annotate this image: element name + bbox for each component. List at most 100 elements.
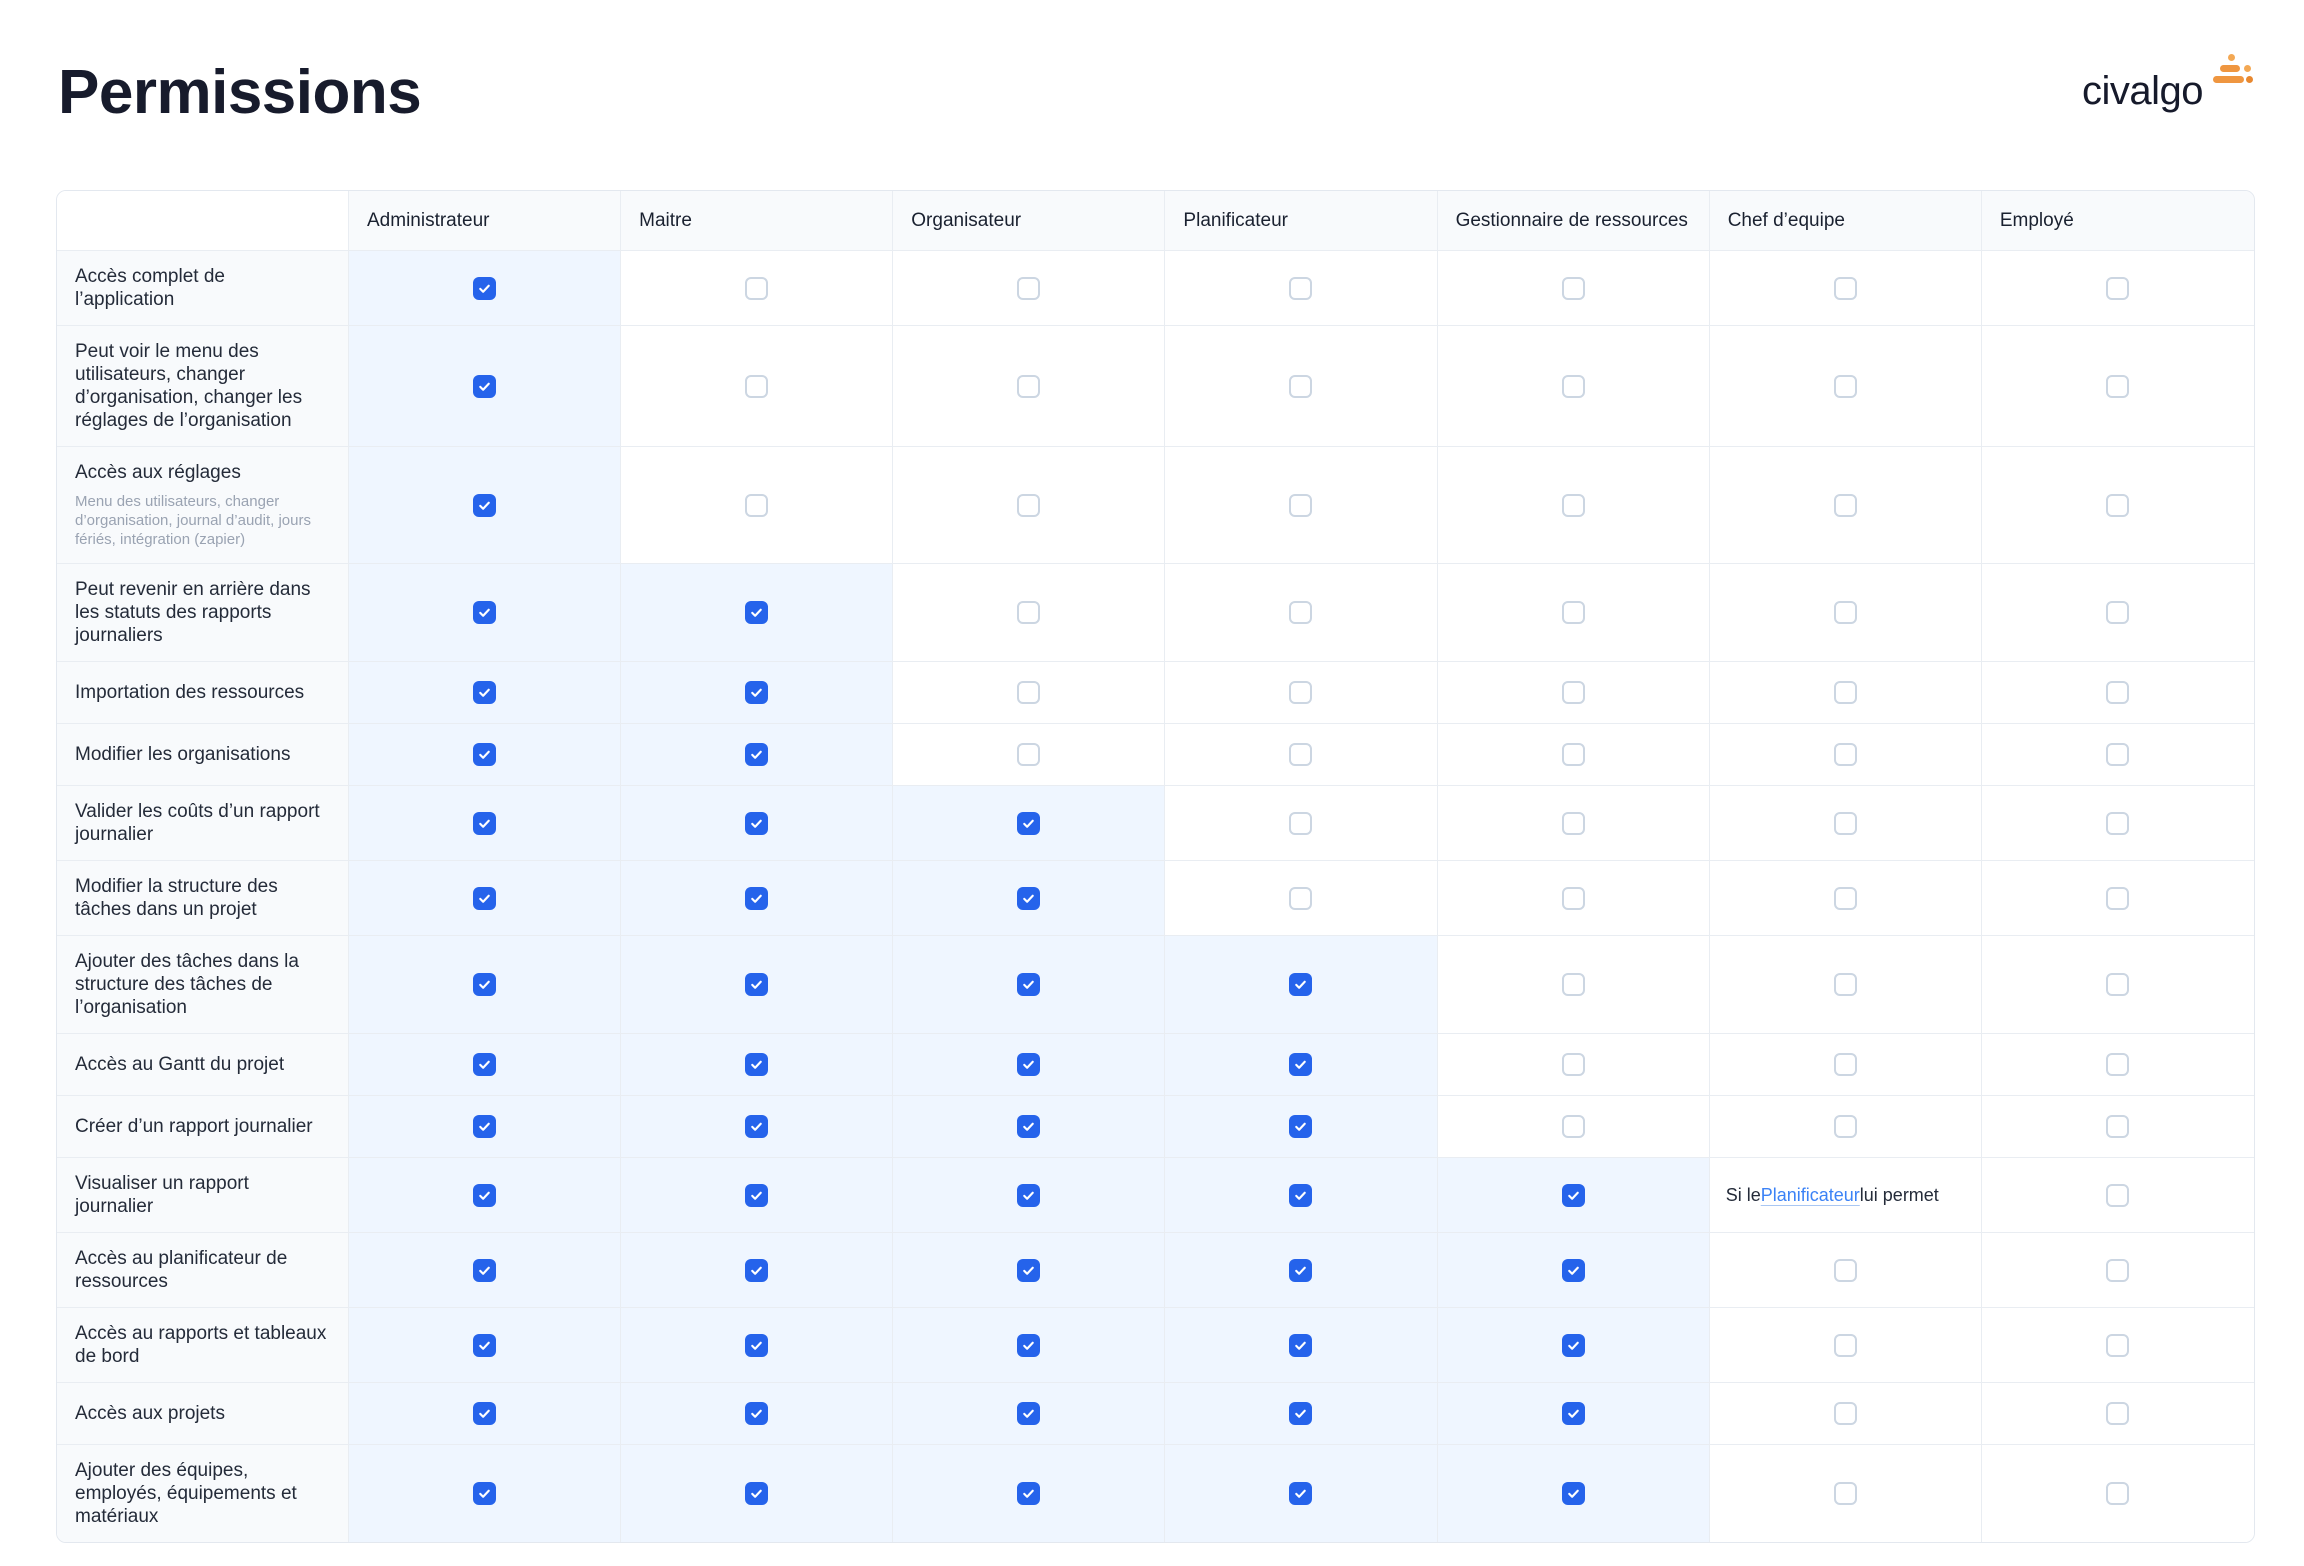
checkbox-checked[interactable] [473,743,496,766]
checkbox-checked[interactable] [473,375,496,398]
checkbox-unchecked[interactable] [1562,1115,1585,1138]
checkbox-checked[interactable] [1017,1053,1040,1076]
checkbox-unchecked[interactable] [1562,887,1585,910]
checkbox-checked[interactable] [473,601,496,624]
checkbox-checked[interactable] [745,812,768,835]
checkbox-unchecked[interactable] [1834,1115,1857,1138]
checkbox-checked[interactable] [745,1184,768,1207]
checkbox-unchecked[interactable] [1017,375,1040,398]
planificateur-link[interactable]: Planificateur [1761,1185,1860,1206]
checkbox-checked[interactable] [745,1259,768,1282]
checkbox-unchecked[interactable] [1289,812,1312,835]
checkbox-checked[interactable] [1017,1259,1040,1282]
checkbox-checked[interactable] [473,494,496,517]
checkbox-unchecked[interactable] [2106,601,2129,624]
checkbox-unchecked[interactable] [1289,681,1312,704]
checkbox-unchecked[interactable] [1289,494,1312,517]
checkbox-unchecked[interactable] [2106,375,2129,398]
checkbox-unchecked[interactable] [1834,973,1857,996]
checkbox-checked[interactable] [1017,973,1040,996]
checkbox-unchecked[interactable] [1562,973,1585,996]
checkbox-checked[interactable] [473,1053,496,1076]
checkbox-unchecked[interactable] [2106,1184,2129,1207]
checkbox-checked[interactable] [1289,1482,1312,1505]
checkbox-unchecked[interactable] [1289,887,1312,910]
checkbox-unchecked[interactable] [2106,494,2129,517]
checkbox-unchecked[interactable] [1562,277,1585,300]
checkbox-unchecked[interactable] [1562,601,1585,624]
checkbox-checked[interactable] [745,1482,768,1505]
checkbox-unchecked[interactable] [1562,1053,1585,1076]
checkbox-unchecked[interactable] [1017,494,1040,517]
checkbox-checked[interactable] [473,812,496,835]
checkbox-unchecked[interactable] [1562,812,1585,835]
checkbox-checked[interactable] [1289,1259,1312,1282]
checkbox-checked[interactable] [473,1482,496,1505]
checkbox-checked[interactable] [1017,1482,1040,1505]
checkbox-unchecked[interactable] [1289,601,1312,624]
checkbox-unchecked[interactable] [1562,681,1585,704]
checkbox-unchecked[interactable] [1834,1334,1857,1357]
checkbox-unchecked[interactable] [1289,277,1312,300]
checkbox-unchecked[interactable] [2106,1053,2129,1076]
checkbox-checked[interactable] [1289,1402,1312,1425]
checkbox-checked[interactable] [745,601,768,624]
checkbox-checked[interactable] [473,277,496,300]
checkbox-unchecked[interactable] [2106,812,2129,835]
checkbox-unchecked[interactable] [2106,1259,2129,1282]
checkbox-checked[interactable] [1562,1334,1585,1357]
checkbox-checked[interactable] [473,681,496,704]
checkbox-unchecked[interactable] [1562,375,1585,398]
checkbox-unchecked[interactable] [745,277,768,300]
checkbox-checked[interactable] [1017,1115,1040,1138]
checkbox-checked[interactable] [745,681,768,704]
checkbox-unchecked[interactable] [1834,375,1857,398]
checkbox-unchecked[interactable] [2106,277,2129,300]
checkbox-checked[interactable] [745,1334,768,1357]
checkbox-checked[interactable] [1562,1402,1585,1425]
checkbox-unchecked[interactable] [1834,812,1857,835]
checkbox-unchecked[interactable] [1834,1053,1857,1076]
checkbox-checked[interactable] [1562,1482,1585,1505]
checkbox-checked[interactable] [1289,1184,1312,1207]
checkbox-checked[interactable] [1289,973,1312,996]
checkbox-unchecked[interactable] [2106,743,2129,766]
checkbox-checked[interactable] [473,1334,496,1357]
checkbox-checked[interactable] [1017,812,1040,835]
checkbox-unchecked[interactable] [745,494,768,517]
checkbox-unchecked[interactable] [1834,681,1857,704]
checkbox-unchecked[interactable] [1834,1482,1857,1505]
checkbox-unchecked[interactable] [2106,887,2129,910]
checkbox-checked[interactable] [745,1402,768,1425]
checkbox-unchecked[interactable] [1834,1402,1857,1425]
checkbox-unchecked[interactable] [2106,1334,2129,1357]
checkbox-unchecked[interactable] [2106,1115,2129,1138]
checkbox-unchecked[interactable] [1017,681,1040,704]
checkbox-checked[interactable] [745,887,768,910]
checkbox-unchecked[interactable] [1017,601,1040,624]
checkbox-checked[interactable] [1017,1402,1040,1425]
checkbox-checked[interactable] [473,1184,496,1207]
checkbox-unchecked[interactable] [1289,375,1312,398]
checkbox-unchecked[interactable] [1834,277,1857,300]
checkbox-checked[interactable] [1017,1184,1040,1207]
checkbox-unchecked[interactable] [1562,494,1585,517]
checkbox-unchecked[interactable] [1834,1259,1857,1282]
checkbox-checked[interactable] [745,1053,768,1076]
checkbox-unchecked[interactable] [2106,681,2129,704]
checkbox-checked[interactable] [1562,1259,1585,1282]
checkbox-checked[interactable] [473,1259,496,1282]
checkbox-checked[interactable] [1289,1115,1312,1138]
checkbox-unchecked[interactable] [2106,1482,2129,1505]
checkbox-checked[interactable] [473,1115,496,1138]
checkbox-unchecked[interactable] [1834,887,1857,910]
checkbox-checked[interactable] [1017,887,1040,910]
checkbox-unchecked[interactable] [1562,743,1585,766]
checkbox-checked[interactable] [473,1402,496,1425]
checkbox-unchecked[interactable] [1834,601,1857,624]
checkbox-checked[interactable] [473,887,496,910]
checkbox-checked[interactable] [745,973,768,996]
checkbox-unchecked[interactable] [1017,743,1040,766]
checkbox-checked[interactable] [1017,1334,1040,1357]
checkbox-unchecked[interactable] [1834,494,1857,517]
